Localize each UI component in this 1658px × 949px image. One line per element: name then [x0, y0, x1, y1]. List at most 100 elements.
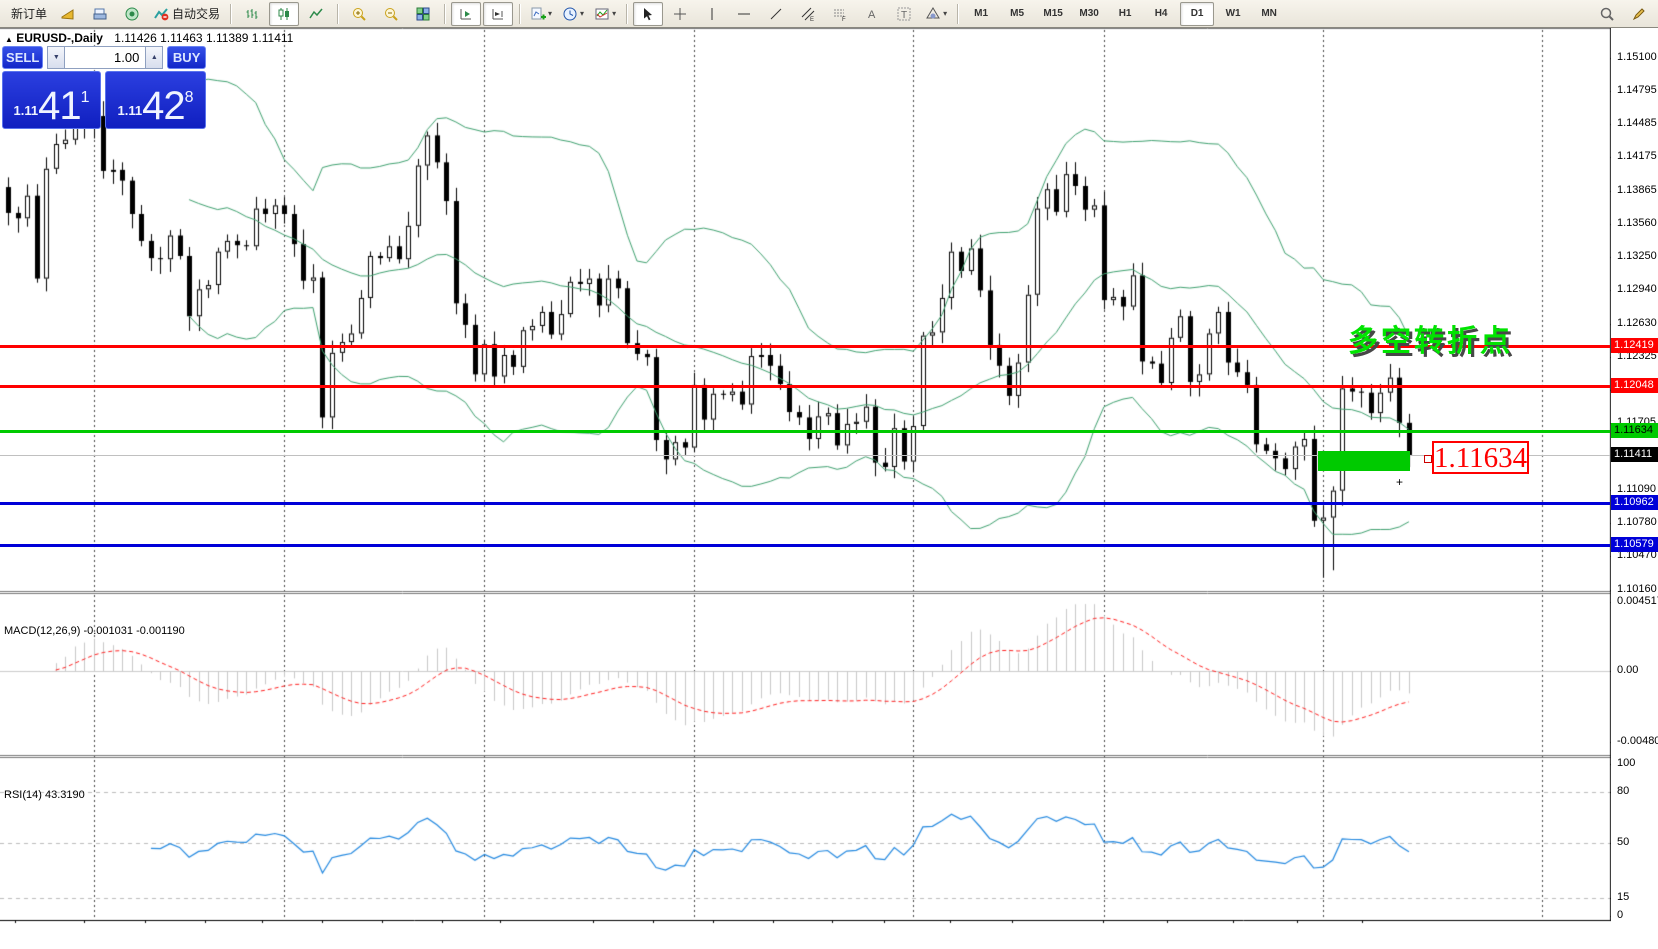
price-chart-canvas[interactable]: [0, 28, 1658, 949]
axis-tick-label: 50: [1617, 836, 1629, 848]
price-badge: 1.11411: [1611, 447, 1658, 462]
auto-trading-button[interactable]: 自动交易: [149, 2, 224, 26]
axis-tick-label: 1.12940: [1617, 283, 1657, 295]
vertical-line-icon: [704, 6, 720, 22]
templates-button[interactable]: ▾: [590, 2, 620, 26]
chart-title: ▲ EURUSD-,Daily 1.11426 1.11463 1.11389 …: [5, 31, 293, 45]
volume-input[interactable]: [65, 46, 145, 69]
auto-trading-icon: [153, 6, 169, 22]
new-order-label: 新订单: [11, 5, 47, 22]
horizontal-line-object[interactable]: [0, 502, 1610, 505]
cursor-button[interactable]: [633, 2, 663, 26]
annotation-text-object[interactable]: 多空转折点: [1348, 316, 1513, 360]
horizontal-line-button[interactable]: [729, 2, 759, 26]
pencil-icon: [1631, 6, 1647, 22]
horizontal-line-object[interactable]: [0, 544, 1610, 547]
timeframe-m1[interactable]: M1: [964, 2, 998, 26]
buy-button[interactable]: BUY: [167, 46, 206, 69]
shapes-button[interactable]: ▾: [921, 2, 951, 26]
zoom-out-button[interactable]: [376, 2, 406, 26]
ohlc-readout: 1.11426 1.11463 1.11389 1.11411: [114, 31, 293, 45]
radar-icon: [124, 6, 140, 22]
candle-chart-mode-button[interactable]: [269, 2, 299, 26]
toolbar-separator: [957, 4, 958, 24]
toolbar-separator: [519, 4, 520, 24]
buy-price-panel[interactable]: 1.11428: [105, 71, 206, 129]
toolbar-separator: [230, 4, 231, 24]
rsi-readout: RSI(14) 43.3190: [4, 789, 85, 801]
horizontal-line-icon: [736, 6, 752, 22]
market-watch-icon[interactable]: [53, 2, 83, 26]
fibonacci-button[interactable]: F: [825, 2, 855, 26]
mt4-window: 新订单 自动交易: [0, 0, 1658, 949]
timeframe-h4[interactable]: H4: [1144, 2, 1178, 26]
axis-tick-label: 1.15100: [1617, 51, 1657, 63]
timeframe-w1[interactable]: W1: [1216, 2, 1250, 26]
line-anchor-handle[interactable]: [1424, 455, 1432, 463]
timeframe-group: M1 M5 M15 M30 H1 H4 D1 W1 MN: [960, 0, 1290, 27]
tile-windows-icon: [415, 6, 431, 22]
axis-tick-label: 0.00: [1617, 664, 1638, 676]
chart-window: ▲ EURUSD-,Daily 1.11426 1.11463 1.11389 …: [0, 28, 1658, 949]
svg-text:F: F: [842, 17, 846, 22]
news-icon[interactable]: [117, 2, 147, 26]
equidistant-channel-button[interactable]: E: [793, 2, 823, 26]
svg-text:E: E: [810, 17, 814, 22]
printer-icon: [92, 6, 108, 22]
sell-button[interactable]: SELL: [2, 46, 43, 69]
axis-tick-label: 1.10160: [1617, 583, 1657, 595]
toolbar-separator: [337, 4, 338, 24]
periods-button[interactable]: ▾: [558, 2, 588, 26]
axis-tick-label: 80: [1617, 785, 1629, 797]
highlight-rectangle-object[interactable]: [1318, 451, 1410, 471]
bar-chart-icon: [244, 6, 260, 22]
timeframe-m5[interactable]: M5: [1000, 2, 1034, 26]
horizontal-line-object[interactable]: [0, 430, 1610, 433]
line-chart-mode-button[interactable]: [301, 2, 331, 26]
text-label-button[interactable]: T: [889, 2, 919, 26]
axis-tick-label: 1.14175: [1617, 150, 1657, 162]
price-badge: 1.10579: [1611, 537, 1658, 552]
volume-stepper: ▼ ▲: [47, 46, 163, 69]
new-order-button[interactable]: 新订单: [4, 2, 51, 26]
zoom-in-button[interactable]: [344, 2, 374, 26]
auto-scroll-button[interactable]: [451, 2, 481, 26]
search-button[interactable]: [1592, 2, 1622, 26]
quick-edit-button[interactable]: [1624, 2, 1654, 26]
price-badge: 1.10962: [1611, 495, 1658, 510]
text-label-icon: T: [896, 6, 912, 22]
buy-price-main: 42: [142, 86, 185, 126]
symbol-period-label: EURUSD-,Daily: [16, 31, 103, 45]
indicators-button[interactable]: ▾: [526, 2, 556, 26]
trendline-button[interactable]: [761, 2, 791, 26]
axis-tick-label: 1.11090: [1617, 483, 1656, 495]
auto-scroll-icon: [458, 6, 474, 22]
vertical-line-button[interactable]: [697, 2, 727, 26]
volume-up-button[interactable]: ▲: [145, 46, 163, 69]
axis-tick-label: 1.14485: [1617, 117, 1657, 129]
bar-chart-mode-button[interactable]: [237, 2, 267, 26]
text-button[interactable]: A: [857, 2, 887, 26]
trendline-icon: [768, 6, 784, 22]
chart-shift-button[interactable]: [483, 2, 513, 26]
tile-windows-button[interactable]: [408, 2, 438, 26]
timeframe-h1[interactable]: H1: [1108, 2, 1142, 26]
timeframe-mn[interactable]: MN: [1252, 2, 1286, 26]
axis-tick-label: 0.004517: [1617, 595, 1658, 607]
volume-down-button[interactable]: ▼: [47, 46, 65, 69]
horizontal-line-object[interactable]: [0, 385, 1610, 388]
price-badge: 1.12048: [1611, 378, 1658, 393]
axis-tick-label: -0.004806: [1617, 735, 1658, 747]
timeframe-m30[interactable]: M30: [1072, 2, 1106, 26]
price-callout-box[interactable]: 1.11634: [1432, 441, 1529, 474]
sell-price-pip: 1: [81, 72, 90, 124]
axis-tick-label: 100: [1617, 757, 1635, 769]
price-badge: 1.12419: [1611, 338, 1658, 353]
timeframe-m15[interactable]: M15: [1036, 2, 1070, 26]
timeframe-d1[interactable]: D1: [1180, 2, 1214, 26]
sell-price-main: 41: [38, 86, 81, 126]
sell-price-panel[interactable]: 1.11411: [2, 71, 101, 129]
zoom-out-icon: [383, 6, 399, 22]
print-icon[interactable]: [85, 2, 115, 26]
crosshair-button[interactable]: [665, 2, 695, 26]
